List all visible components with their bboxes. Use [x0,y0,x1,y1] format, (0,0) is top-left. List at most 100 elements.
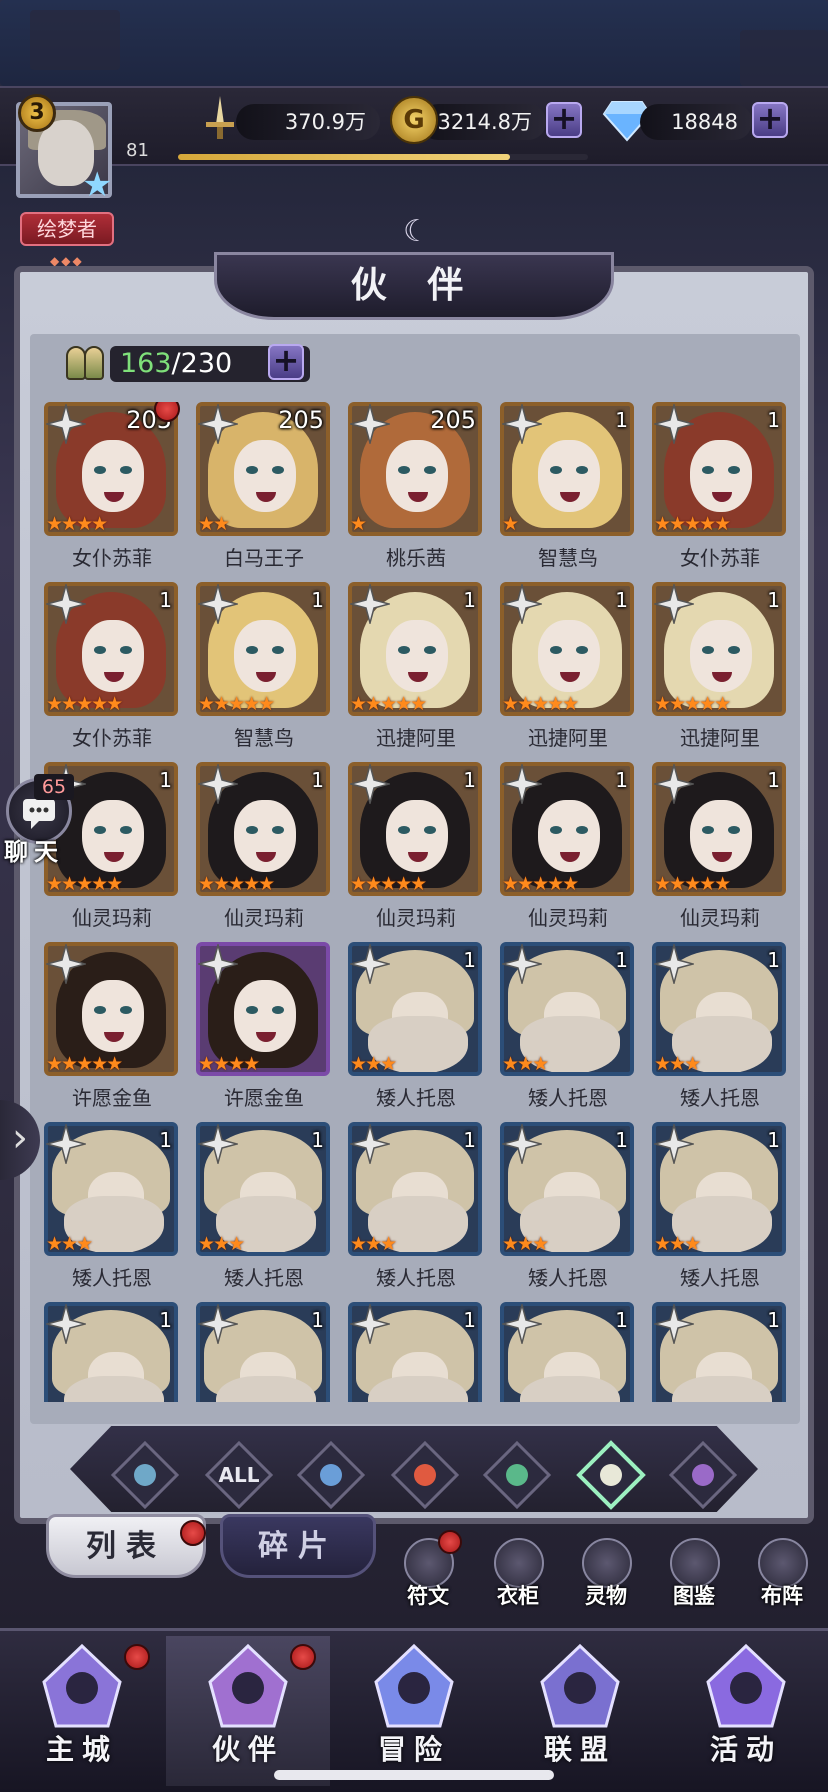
hero-card[interactable]: 1 ★★★★★ 迅捷阿里 [652,582,788,762]
light-element-icon [46,584,86,624]
side-button-codex[interactable]: 图鉴 [658,1536,728,1608]
hero-grid: 205 ★★★★ 女仆苏菲 205 ★★ 白马王子 205 ★ 桃乐茜 1 ★ 智慧鸟 1 ★★★★★ 女仆… [44,402,790,1402]
hero-level: 1 [615,768,628,792]
hero-card[interactable]: 1 ★★★★★ 仙灵玛莉 [652,762,788,942]
nav-label: 活动 [709,1733,782,1766]
nav-cards[interactable]: 活动 [664,1636,828,1786]
side-button-wardrobe[interactable]: 衣柜 [482,1536,552,1608]
hero-card[interactable]: 205 ★★★★ 女仆苏菲 [44,402,180,582]
nav-witch-hat[interactable]: 伙伴 [166,1636,330,1786]
hero-card[interactable]: 1 ★★★★★ 女仆苏菲 [44,582,180,762]
light-element-icon[interactable] [576,1440,646,1510]
light-element-icon [350,404,390,444]
expand-capacity-button[interactable]: + [268,344,304,380]
hero-card[interactable]: 1 ★★★ 矮人托恩 [44,1122,180,1302]
hero-card[interactable]: 1 ★★★★★ 仙灵玛莉 [500,762,636,942]
light-element-icon [350,1304,390,1344]
hero-card[interactable]: 1 ★★★ 矮人托恩 [500,1122,636,1302]
hero-name: 矮人托恩 [528,1086,608,1110]
hero-level: 1 [767,588,780,612]
hero-card[interactable]: ★★★★ 许愿金鱼 [196,942,332,1122]
hero-stars: ★ [350,513,367,535]
hero-card[interactable]: 1 [44,1302,180,1402]
chat-label[interactable]: 聊天 [4,832,76,867]
hero-card[interactable]: 205 ★★ 白马王子 [196,402,332,582]
nav-label: 联盟 [543,1733,616,1766]
power-value: 370.9万 [236,104,380,140]
hero-stars: ★★★★ [46,513,108,535]
wind-element-icon[interactable] [482,1440,552,1510]
hero-card[interactable]: 1 ★ 智慧鸟 [500,402,636,582]
all-filter-icon[interactable]: ALL [204,1440,274,1510]
hero-level: 205 [278,406,324,434]
hero-stars: ★★★★★ [46,693,123,715]
hero-stars: ★★★★★ [46,873,123,895]
hero-card[interactable]: 1 ★★★★★ 仙灵玛莉 [196,762,332,942]
water-element-icon[interactable] [296,1440,366,1510]
hero-card[interactable]: 1 ★★★★★ 智慧鸟 [196,582,332,762]
cards-icon [706,1643,786,1728]
hero-card[interactable]: 1 ★★★ 矮人托恩 [348,1122,484,1302]
hero-stars: ★★★★★ [198,693,275,715]
hero-card[interactable]: 1 ★★★ 矮人托恩 [652,942,788,1122]
light-element-icon [654,1124,694,1164]
hero-card[interactable]: 1 [348,1302,484,1402]
hero-card[interactable]: 1 ★★★★★ 仙灵玛莉 [348,762,484,942]
gold-coin-icon: G [390,96,438,144]
hero-card[interactable]: 1 ★★★ 矮人托恩 [196,1122,332,1302]
side-button-formation[interactable]: 布阵 [746,1536,816,1608]
dark-element-icon[interactable] [668,1440,738,1510]
tab-list[interactable]: 列表 [46,1514,206,1578]
light-element-icon [654,404,694,444]
add-gold-button[interactable]: + [546,102,582,138]
fire-element-icon[interactable] [390,1440,460,1510]
tab-fragments[interactable]: 碎片 [220,1514,376,1578]
hero-card[interactable]: 1 ★★★ 矮人托恩 [348,942,484,1122]
nav-shield-crest[interactable]: 联盟 [498,1636,662,1786]
hero-card[interactable]: 1 ★★★★★ 女仆苏菲 [652,402,788,582]
hero-name: 桃乐茜 [386,546,446,570]
light-element-icon [46,1304,86,1344]
side-button-lamp[interactable]: 灵物 [570,1536,640,1608]
spear-element-icon[interactable] [110,1440,180,1510]
light-element-icon [654,1304,694,1344]
hero-stars: ★★★★★ [654,873,731,895]
hero-name: 迅捷阿里 [376,726,456,750]
light-element-icon [198,404,238,444]
hero-card[interactable]: 1 [500,1302,636,1402]
hero-stars: ★★★★ [198,1053,260,1075]
nav-castle[interactable]: 主城 [0,1636,164,1786]
hero-card[interactable]: 1 [196,1302,332,1402]
hero-card[interactable]: 1 ★★★ 矮人托恩 [500,942,636,1122]
notification-dot [180,1520,206,1546]
add-diamond-button[interactable]: + [752,102,788,138]
hero-level: 205 [430,406,476,434]
light-element-icon [46,944,86,984]
hero-card[interactable]: 1 ★★★★★ 迅捷阿里 [500,582,636,762]
hero-level: 1 [767,1308,780,1332]
nav-compass-portal[interactable]: 冒险 [332,1636,496,1786]
hero-card[interactable]: 205 ★ 桃乐茜 [348,402,484,582]
player-title-badge[interactable]: 绘梦者 ◆◆◆ [20,212,114,268]
light-element-icon [654,764,694,804]
hero-card[interactable]: 1 ★★★★★ 迅捷阿里 [348,582,484,762]
hero-card[interactable]: 1 [652,1302,788,1402]
side-button-rune[interactable]: 符文 [392,1530,462,1608]
hero-name: 仙灵玛莉 [72,906,152,930]
hero-name: 矮人托恩 [528,1266,608,1290]
hero-name: 仙灵玛莉 [376,906,456,930]
side-button-label: 图鉴 [673,1584,715,1608]
notification-dot [438,1530,462,1554]
hero-card[interactable]: 1 ★★★ 矮人托恩 [652,1122,788,1302]
hero-name: 女仆苏菲 [680,546,760,570]
light-element-icon [350,764,390,804]
light-element-icon [46,1124,86,1164]
light-element-icon [502,404,542,444]
hero-level: 1 [463,1128,476,1152]
hero-stars: ★★★★★ [46,1053,123,1075]
hero-level: 1 [311,768,324,792]
party-heads-icon [64,342,108,382]
hero-card[interactable]: ★★★★★ 许愿金鱼 [44,942,180,1122]
notification-dot [124,1644,150,1670]
hero-level: 1 [311,588,324,612]
